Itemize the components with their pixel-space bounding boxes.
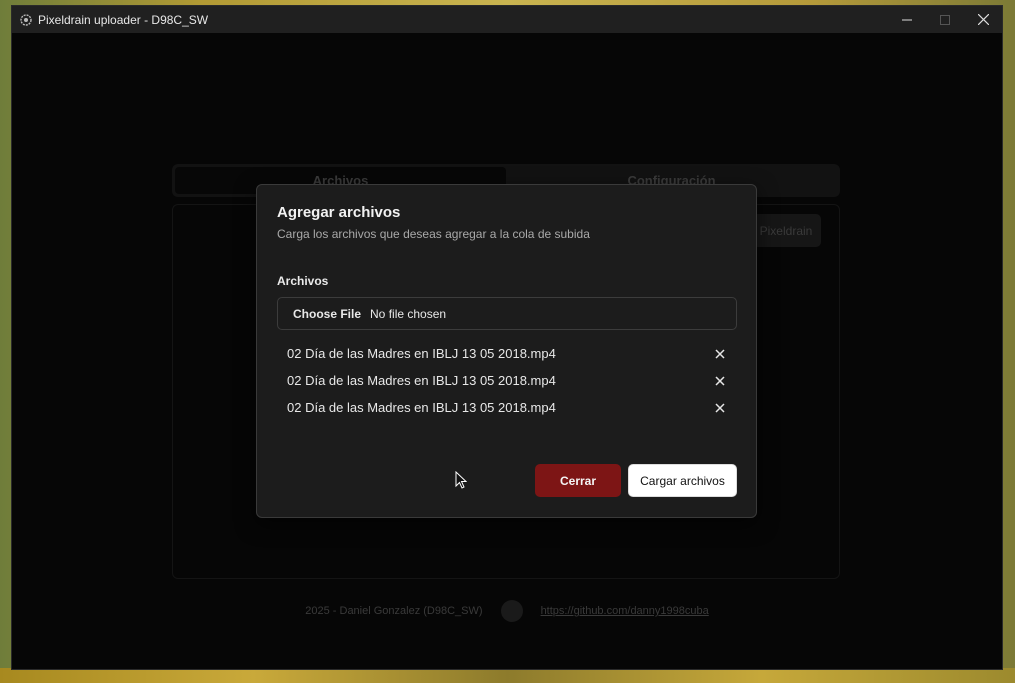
desktop-wallpaper (0, 668, 1015, 683)
close-window-button[interactable] (964, 6, 1002, 33)
list-item: 02 Día de las Madres en IBLJ 13 05 2018.… (277, 394, 737, 421)
file-input-status: No file chosen (370, 306, 447, 321)
add-files-dialog: Agregar archivos Carga los archivos que … (256, 184, 757, 518)
close-icon (715, 348, 725, 359)
dialog-subtitle: Carga los archivos que deseas agregar a … (277, 227, 590, 241)
mouse-cursor-icon (455, 471, 467, 489)
upload-files-button[interactable]: Cargar archivos (628, 464, 737, 497)
remove-file-button[interactable] (711, 399, 729, 417)
list-item: 02 Día de las Madres en IBLJ 13 05 2018.… (277, 340, 737, 367)
app-icon (20, 13, 32, 26)
app-window: Pixeldrain uploader - D98C_SW Archivos C… (11, 5, 1003, 670)
list-item: 02 Día de las Madres en IBLJ 13 05 2018.… (277, 367, 737, 394)
choose-file-button[interactable]: Choose File (293, 307, 361, 321)
minimize-icon (902, 19, 912, 20)
close-icon (715, 375, 725, 386)
maximize-icon (940, 14, 950, 25)
title-bar[interactable]: Pixeldrain uploader - D98C_SW (12, 6, 1002, 33)
footer: 2025 - Daniel Gonzalez (D98C_SW) https:/… (12, 600, 1002, 622)
remove-file-button[interactable] (711, 345, 729, 363)
minimize-button[interactable] (888, 6, 926, 33)
file-name: 02 Día de las Madres en IBLJ 13 05 2018.… (287, 400, 556, 415)
maximize-button[interactable] (926, 6, 964, 33)
app-content: Archivos Configuración Pixeldrain 2025 -… (12, 33, 1002, 669)
close-icon (977, 14, 989, 25)
remove-file-button[interactable] (711, 372, 729, 390)
file-list: 02 Día de las Madres en IBLJ 13 05 2018.… (277, 340, 737, 421)
dialog-title: Agregar archivos (277, 204, 401, 221)
github-link[interactable]: https://github.com/danny1998cuba (541, 605, 709, 617)
file-input[interactable]: Choose File No file chosen (277, 297, 737, 330)
pixeldrain-button[interactable]: Pixeldrain (751, 214, 821, 247)
window-title: Pixeldrain uploader - D98C_SW (38, 12, 209, 27)
file-name: 02 Día de las Madres en IBLJ 13 05 2018.… (287, 346, 556, 361)
close-icon (715, 402, 725, 413)
file-name: 02 Día de las Madres en IBLJ 13 05 2018.… (287, 373, 556, 388)
author-logo-icon (500, 600, 523, 622)
files-field-label: Archivos (277, 274, 329, 288)
cerrar-button[interactable]: Cerrar (535, 464, 621, 497)
footer-credit: 2025 - Daniel Gonzalez (D98C_SW) (305, 605, 483, 617)
